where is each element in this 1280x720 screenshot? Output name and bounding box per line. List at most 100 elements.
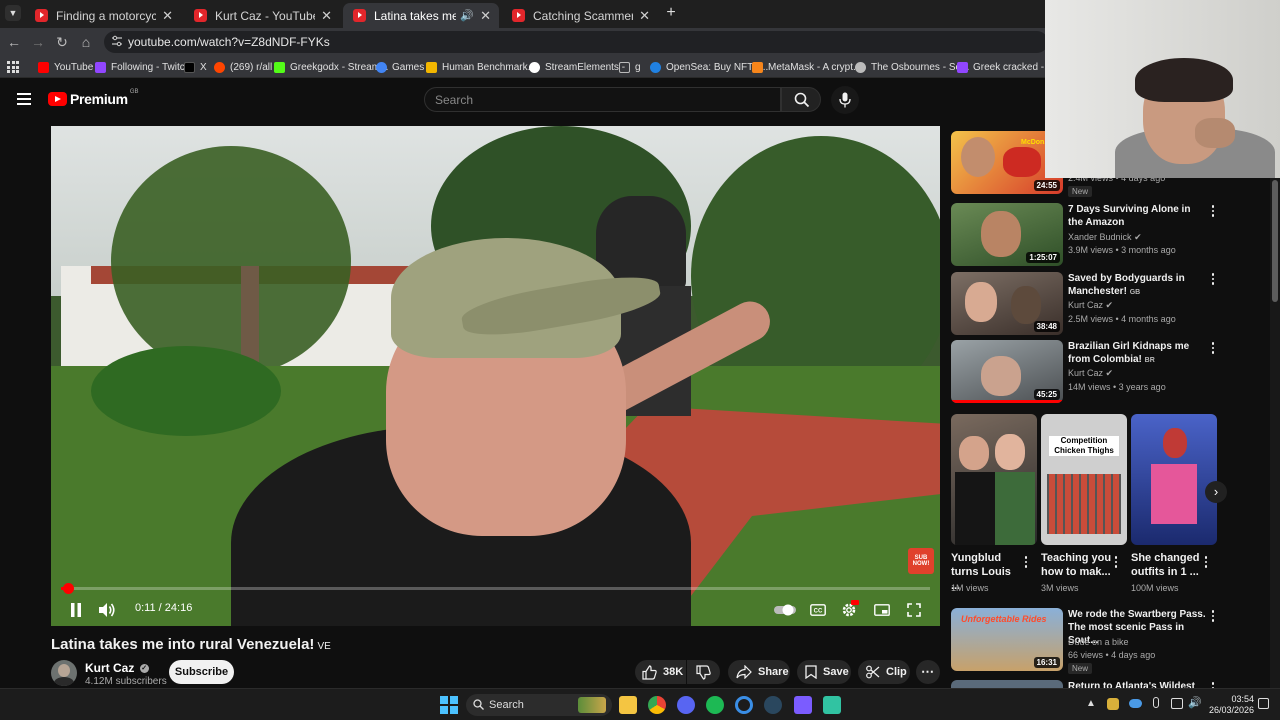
rec-channel[interactable]: Kurt Caz ✔	[1068, 300, 1113, 311]
tab-audio-icon[interactable]: 🔊	[460, 9, 474, 22]
volume-button[interactable]	[96, 600, 118, 620]
search-box[interactable]	[424, 87, 781, 112]
notification-icon[interactable]	[1258, 698, 1269, 709]
more-actions-button[interactable]: ⋯	[916, 660, 940, 684]
bookmark-folder-g[interactable]: g	[619, 60, 641, 75]
more-vertical-icon[interactable]	[1203, 556, 1209, 570]
short-title[interactable]: Teaching you how to mak...	[1041, 551, 1113, 579]
rec-title[interactable]: Brazilian Girl Kidnaps me from Colombia!…	[1068, 340, 1208, 367]
shorts-next-button[interactable]: ›	[1205, 481, 1227, 503]
tab-close-icon[interactable]: ✕	[480, 8, 491, 24]
channel-name[interactable]: Kurt Caz ✓	[85, 661, 149, 675]
tab-close-icon[interactable]: ✕	[639, 8, 650, 24]
dislike-button[interactable]	[687, 660, 720, 684]
more-vertical-icon[interactable]	[1113, 556, 1119, 570]
file-explorer-icon[interactable]	[619, 696, 637, 714]
settings-button[interactable]	[838, 600, 860, 620]
site-info-icon[interactable]	[111, 35, 123, 47]
tab-search-dropdown[interactable]: ▼	[5, 5, 21, 21]
windows-start-icon[interactable]	[440, 696, 458, 714]
bookmark-reddit[interactable]: (269) r/all	[214, 60, 272, 75]
like-button[interactable]: 38K	[635, 660, 686, 684]
more-vertical-icon[interactable]	[1210, 342, 1216, 356]
rec-channel[interactable]: Xander Budnick ✔	[1068, 232, 1142, 243]
voice-search-button[interactable]	[831, 86, 859, 114]
bookmark-streamelements[interactable]: StreamElements -	[529, 60, 625, 75]
bookmark-human-benchmark[interactable]: Human Benchmark...	[426, 60, 536, 75]
channel-avatar[interactable]	[51, 660, 77, 686]
bookmark-greekgodx[interactable]: Greekgodx - Stream...	[274, 60, 388, 75]
search-button[interactable]	[781, 87, 821, 112]
miniplayer-button[interactable]	[871, 600, 893, 620]
short-thumbnail[interactable]	[951, 414, 1037, 545]
fullscreen-button[interactable]	[903, 600, 925, 620]
rec-thumbnail[interactable]: 38:48	[951, 272, 1063, 335]
progress-bar[interactable]	[61, 583, 930, 594]
save-button[interactable]: Save	[797, 660, 851, 684]
home-icon[interactable]: ⌂	[78, 34, 94, 50]
autoplay-toggle[interactable]	[774, 600, 796, 620]
tab-motorcycle-mechanic[interactable]: Finding a motorcycle mechanic ✕	[25, 3, 181, 28]
short-title[interactable]: She changed outfits in 1 ...	[1131, 551, 1203, 579]
short-thumbnail[interactable]	[1131, 414, 1217, 545]
tray-chevron-icon[interactable]: ▲	[1086, 698, 1096, 709]
captions-button[interactable]: CC	[807, 600, 829, 620]
page-scrollbar-thumb[interactable]	[1272, 180, 1278, 302]
system-clock[interactable]: 03:54 26/03/2026	[1204, 694, 1254, 716]
tab-latina-rural-venezuela[interactable]: Latina takes me into rural V 🔊 ✕	[343, 3, 499, 28]
steam-icon[interactable]	[764, 696, 782, 714]
pause-button[interactable]	[65, 600, 87, 620]
network-icon[interactable]	[1171, 698, 1183, 709]
more-vertical-icon[interactable]	[1023, 556, 1029, 570]
chrome-icon[interactable]	[648, 696, 666, 714]
short-thumbnail[interactable]: Competition Chicken Thighs	[1041, 414, 1127, 545]
rec-thumbnail[interactable]: 45:25	[951, 340, 1063, 403]
rec-title[interactable]: 7 Days Surviving Alone in the Amazon	[1068, 203, 1208, 229]
streamlabs-icon[interactable]	[823, 696, 841, 714]
bookmark-opensea[interactable]: OpenSea: Buy NFTs,...	[650, 60, 768, 75]
ccleaner-icon[interactable]	[735, 696, 753, 714]
youtube-premium-logo[interactable]: Premium GB	[48, 89, 138, 107]
tab-close-icon[interactable]: ✕	[162, 8, 173, 24]
bookmark-youtube[interactable]: YouTube	[38, 60, 93, 75]
tab-close-icon[interactable]: ✕	[321, 8, 332, 24]
volume-tray-icon[interactable]: 🔊	[1188, 696, 1202, 709]
bookmark-osbournes[interactable]: The Osbournes - Se...	[855, 60, 969, 75]
back-arrow-icon[interactable]: ←	[6, 34, 22, 50]
spotify-icon[interactable]	[706, 696, 724, 714]
apps-grid-icon[interactable]	[7, 61, 19, 73]
scrubber-handle[interactable]	[62, 583, 74, 594]
reload-icon[interactable]: ↻	[54, 34, 70, 50]
new-tab-icon[interactable]: +	[664, 5, 678, 21]
taskbar-search[interactable]: Search	[466, 694, 612, 716]
clip-button[interactable]: Clip	[858, 660, 910, 684]
search-input[interactable]	[425, 88, 780, 111]
tab-kurt-caz-channel[interactable]: Kurt Caz - YouTube ✕	[184, 3, 340, 28]
rec-thumbnail[interactable]	[951, 680, 1063, 688]
more-vertical-icon[interactable]	[1210, 610, 1216, 624]
rec-title[interactable]: Saved by Bodyguards in Manchester! GB	[1068, 272, 1208, 299]
bookmark-twitch-following[interactable]: Following - Twitch	[95, 60, 190, 75]
bookmark-games[interactable]: Games	[376, 60, 424, 75]
tray-app-icon[interactable]	[1107, 698, 1119, 710]
tab-catching-scammers[interactable]: Catching Scammers in Italy go ✕	[502, 3, 658, 28]
subscribe-watermark[interactable]: SUB NOW!	[908, 548, 934, 574]
more-vertical-icon[interactable]	[1210, 273, 1216, 287]
share-button[interactable]: Share	[728, 660, 790, 684]
rec-title[interactable]: Return to Atlanta's Wildest Jail	[1068, 680, 1208, 688]
rec-channel[interactable]: Dude on a bike	[1068, 637, 1129, 647]
subscribe-button[interactable]: Subscribe	[169, 660, 234, 684]
address-bar[interactable]: youtube.com/watch?v=Z8dNDF-FYKs	[104, 31, 1048, 53]
rec-thumbnail[interactable]: 1:25:07	[951, 203, 1063, 266]
forward-arrow-icon[interactable]: →	[30, 34, 46, 50]
microphone-tray-icon[interactable]	[1153, 697, 1159, 708]
rec-channel[interactable]: Kurt Caz ✔	[1068, 368, 1113, 379]
discord-icon[interactable]	[677, 696, 695, 714]
bookmark-x[interactable]: X	[184, 60, 207, 75]
rec-thumbnail[interactable]: Unforgettable Rides 16:31	[951, 608, 1063, 671]
onedrive-icon[interactable]	[1129, 699, 1142, 708]
app-grid-icon[interactable]	[794, 696, 812, 714]
more-vertical-icon[interactable]	[1210, 205, 1216, 219]
bookmark-metamask[interactable]: MetaMask - A crypt...	[752, 60, 861, 75]
video-player[interactable]: SUB NOW! 0:11 / 24:16 CC	[51, 126, 940, 626]
